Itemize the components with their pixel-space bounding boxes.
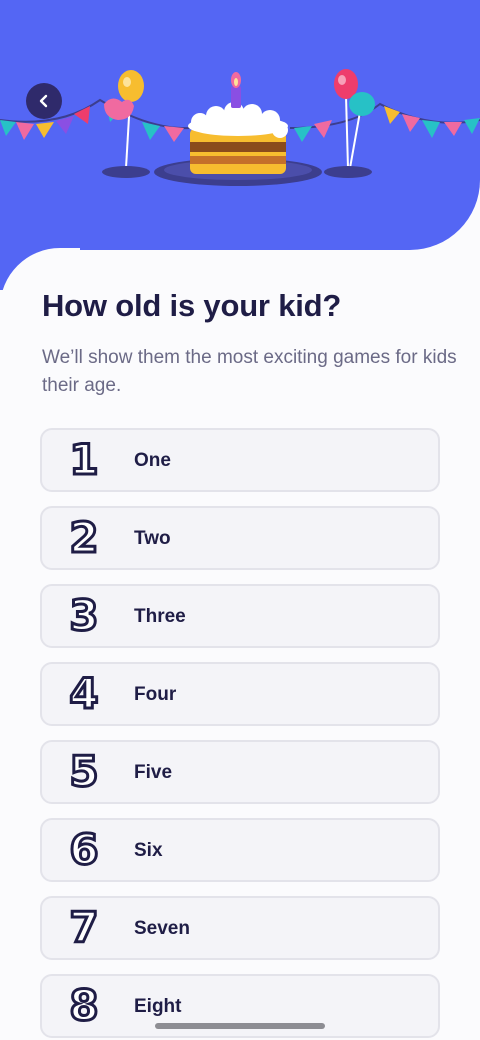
age-option-two[interactable]: 2 Two [40,506,440,570]
number-seven-icon: 7 [68,903,100,952]
page-subtitle: We’ll show them the most exciting games … [42,347,457,396]
age-option-label: Eight [134,996,182,1017]
number-one-icon: 1 [68,435,100,484]
age-option-label: Three [134,606,186,627]
age-option-label: Seven [134,918,190,939]
number-two-icon: 2 [68,513,100,562]
back-button[interactable] [26,83,62,119]
birthday-cake-illustration [0,69,480,186]
age-option-label: One [134,450,171,471]
number-six-icon: 6 [68,825,100,874]
home-indicator [155,1023,325,1029]
number-five-icon: 5 [68,747,100,796]
age-option-seven[interactable]: 7 Seven [40,896,440,960]
age-option-six[interactable]: 6 Six [40,818,440,882]
age-option-five[interactable]: 5 Five [40,740,440,804]
age-option-four[interactable]: 4 Four [40,662,440,726]
number-eight-icon: 8 [68,981,100,1030]
age-option-label: Six [134,840,163,861]
age-option-three[interactable]: 3 Three [40,584,440,648]
age-option-label: Four [134,684,177,705]
age-option-label: Two [134,528,171,549]
chevron-left-icon [39,94,48,108]
age-options-list: 1 One 2 Two 3 Three 4 Four 5 Five 6 Six … [40,428,440,1040]
number-four-icon: 4 [68,669,100,718]
age-option-label: Five [134,762,173,783]
age-option-one[interactable]: 1 One [40,428,440,492]
number-three-icon: 3 [68,591,100,640]
page-title: How old is your kid? [42,288,342,323]
